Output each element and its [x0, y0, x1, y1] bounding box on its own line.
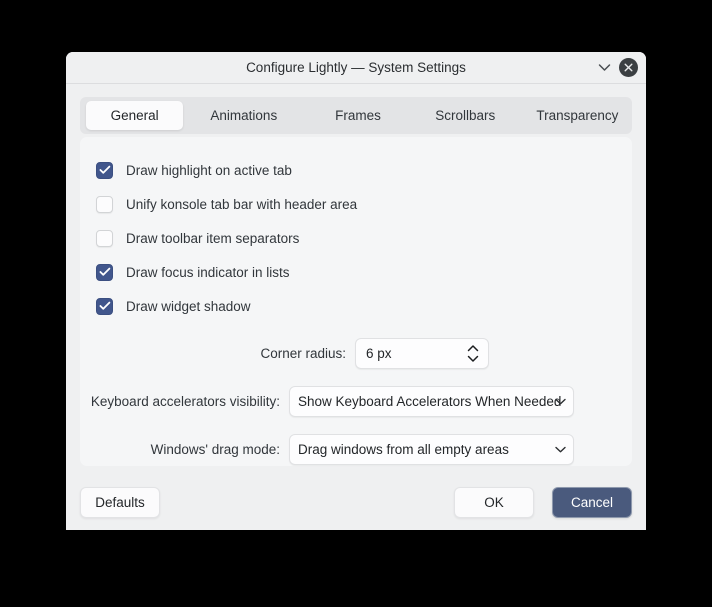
keyboard-accelerators-label: Keyboard accelerators visibility:: [90, 394, 280, 409]
checkbox-label: Draw highlight on active tab: [126, 162, 292, 178]
checkbox-label: Draw toolbar item separators: [126, 230, 300, 246]
up-down-stepper-icon[interactable]: [466, 343, 480, 364]
checkbox-row-draw-focus-indicator-in-lists[interactable]: Draw focus indicator in lists: [96, 262, 290, 282]
combobox-value: Drag windows from all empty areas: [298, 442, 509, 457]
configure-lightly-dialog: Configure Lightly — System Settings Gene…: [66, 52, 646, 530]
windows-drag-mode-label: Windows' drag mode:: [150, 442, 280, 457]
windows-drag-mode-combobox[interactable]: Drag windows from all empty areas: [289, 434, 574, 465]
chevron-down-icon[interactable]: [555, 446, 566, 453]
checkbox-draw-widget-shadow[interactable]: [96, 297, 113, 315]
chevron-down-icon[interactable]: [594, 58, 614, 78]
ok-button[interactable]: OK: [454, 487, 534, 518]
checkbox-row-draw-widget-shadow[interactable]: Draw widget shadow: [96, 296, 251, 316]
dialog-footer: Defaults OK Cancel: [66, 478, 646, 530]
checkbox-row-draw-highlight-on-active-tab[interactable]: Draw highlight on active tab: [96, 160, 292, 180]
tab-scrollbars[interactable]: Scrollbars: [416, 101, 515, 130]
tab-bar: General Animations Frames Scrollbars Tra…: [80, 97, 632, 134]
corner-radius-label: Corner radius:: [260, 346, 346, 361]
tab-transparency[interactable]: Transparency: [523, 101, 632, 130]
tab-frames[interactable]: Frames: [310, 101, 405, 130]
checkbox-row-draw-toolbar-item-separators[interactable]: Draw toolbar item separators: [96, 228, 299, 248]
form-row-keyboard-accelerators: Keyboard accelerators visibility: Show K…: [80, 386, 632, 417]
checkbox-draw-highlight-on-active-tab[interactable]: [96, 161, 113, 179]
checkbox-label: Unify konsole tab bar with header area: [126, 196, 358, 212]
close-circle-icon[interactable]: [619, 58, 638, 77]
chevron-down-icon[interactable]: [555, 398, 566, 405]
checkbox-draw-toolbar-item-separators[interactable]: [96, 229, 113, 247]
tab-animations[interactable]: Animations: [189, 101, 298, 130]
form-row-corner-radius: Corner radius: 6 px: [80, 338, 632, 369]
checkbox-unify-konsole-tab-bar[interactable]: [96, 195, 113, 213]
tab-general[interactable]: General: [86, 101, 184, 130]
corner-radius-spinbox[interactable]: 6 px: [355, 338, 489, 369]
form-row-windows-drag-mode: Windows' drag mode: Drag windows from al…: [80, 434, 632, 465]
checkbox-label: Draw focus indicator in lists: [126, 264, 290, 280]
defaults-button[interactable]: Defaults: [80, 487, 160, 518]
titlebar-buttons: [594, 52, 638, 83]
cancel-button[interactable]: Cancel: [552, 487, 632, 518]
corner-radius-value: 6 px: [366, 346, 392, 361]
checkbox-label: Draw widget shadow: [126, 298, 251, 314]
checkbox-draw-focus-indicator-in-lists[interactable]: [96, 263, 113, 281]
combobox-value: Show Keyboard Accelerators When Needed: [298, 394, 562, 409]
checkbox-row-unify-konsole-tab-bar[interactable]: Unify konsole tab bar with header area: [96, 194, 357, 214]
general-settings-panel: Draw highlight on active tab Unify konso…: [80, 137, 632, 466]
keyboard-accelerators-combobox[interactable]: Show Keyboard Accelerators When Needed: [289, 386, 574, 417]
window-title: Configure Lightly — System Settings: [246, 60, 466, 75]
titlebar[interactable]: Configure Lightly — System Settings: [66, 52, 646, 84]
